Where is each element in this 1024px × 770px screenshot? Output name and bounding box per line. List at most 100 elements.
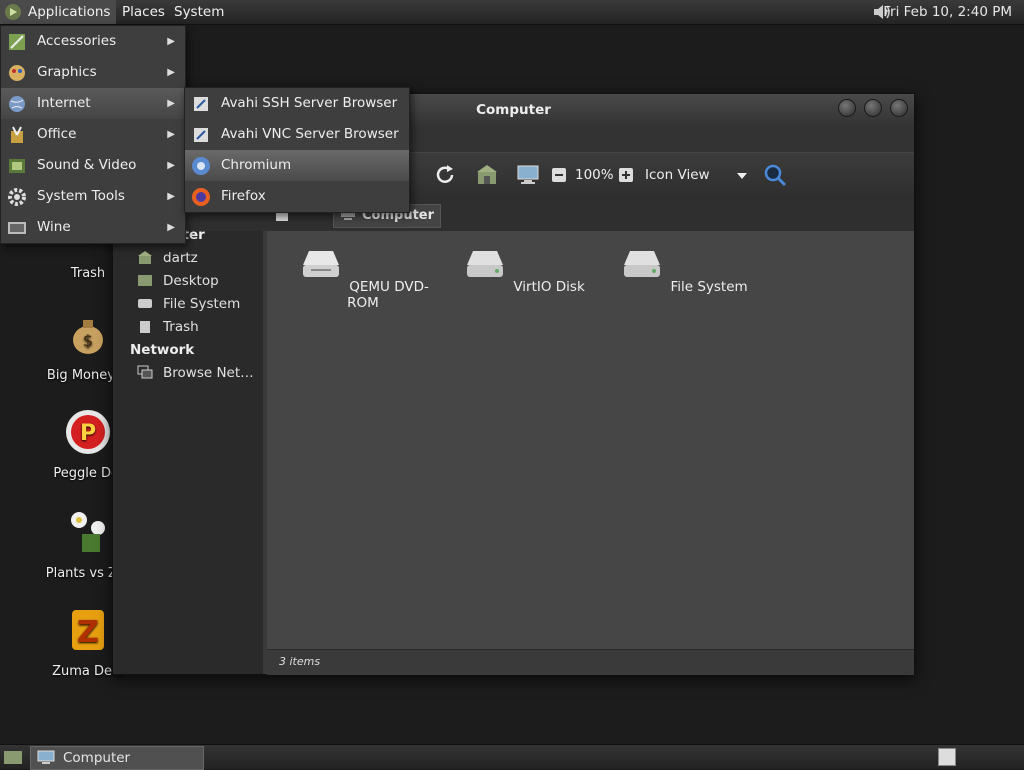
menu-item-sound-video[interactable]: Sound & Video ▶ [1, 150, 185, 181]
menu-item-label: Wine [37, 219, 71, 235]
hard-drive-icon [467, 251, 504, 277]
sidebar-item-file-system[interactable]: File System [137, 294, 240, 314]
menu-item-label: System Tools [37, 188, 125, 204]
menu-item-internet[interactable]: Internet ▶ [1, 88, 185, 119]
office-icon [11, 126, 23, 143]
sidebar-item-browse-network[interactable]: Browse Net… [137, 363, 254, 383]
menu-item-graphics[interactable]: Graphics ▶ [1, 57, 185, 88]
svg-text:P: P [80, 421, 96, 446]
hard-drive-icon [624, 251, 661, 277]
internet-submenu: Avahi SSH Server Browser Avahi VNC Serve… [184, 87, 410, 213]
system-menu-button[interactable]: System [168, 0, 230, 24]
clock[interactable]: Fri Feb 10, 2:40 PM [883, 0, 1012, 24]
close-button[interactable] [890, 99, 908, 117]
zoom-level: 100% [575, 167, 614, 183]
sidebar: Computer dartz Desktop File System Trash… [113, 227, 267, 674]
menu-item-wine[interactable]: Wine ▶ [1, 212, 185, 243]
menu-item-office[interactable]: Office ▶ [1, 119, 185, 150]
bottom-panel: Computer [0, 744, 1024, 770]
wine-icon [8, 222, 26, 234]
menu-item-label: Sound & Video [37, 157, 137, 173]
menu-item-label: Internet [37, 95, 91, 111]
globe-icon [9, 96, 25, 112]
sidebar-item-label: Desktop [163, 273, 219, 289]
applications-menu-button[interactable]: Applications [0, 0, 117, 24]
menu-item-label: Avahi SSH Server Browser [221, 95, 398, 111]
sidebar-item-trash[interactable]: Trash [137, 317, 199, 337]
chevron-down-icon[interactable] [735, 163, 749, 187]
drive-item-file-system[interactable]: File System [603, 245, 763, 295]
zoom-in-icon[interactable] [618, 163, 634, 187]
gnome-foot-icon [5, 4, 21, 20]
drive-label: QEMU DVD-ROM [347, 279, 429, 311]
menu-item-accessories[interactable]: Accessories ▶ [1, 26, 185, 57]
status-bar: 3 items [267, 649, 914, 675]
chevron-right-icon: ▶ [167, 129, 175, 140]
menu-item-label: Graphics [37, 64, 97, 80]
svg-text:$: $ [83, 331, 93, 350]
workspace-switcher[interactable] [938, 748, 956, 766]
menu-item-avahi-vnc[interactable]: Avahi VNC Server Browser [185, 119, 409, 150]
status-text: 3 items [279, 655, 321, 668]
money-bag-icon: $ [73, 320, 103, 354]
top-panel: Applications Places System Fri Feb 10, 2… [0, 0, 1024, 25]
reload-icon[interactable] [433, 163, 457, 187]
drive-label: File System [670, 279, 748, 295]
menu-item-label: Avahi VNC Server Browser [221, 126, 399, 142]
sidebar-heading-network: Network [130, 342, 195, 358]
film-icon [9, 159, 25, 173]
avahi-icon [194, 97, 208, 111]
firefox-icon [192, 188, 210, 206]
chevron-right-icon: ▶ [167, 191, 175, 202]
computer-icon [37, 750, 55, 764]
drive-label: VirtIO Disk [513, 279, 585, 295]
menu-item-label: Office [37, 126, 77, 142]
computer-icon[interactable] [516, 163, 540, 187]
zuma-icon: Z [72, 610, 104, 650]
applications-label: Applications [28, 4, 111, 20]
sidebar-item-desktop[interactable]: Desktop [137, 271, 219, 291]
menu-item-label: Firefox [221, 188, 266, 204]
home-icon[interactable] [475, 163, 499, 187]
desktop-folder-icon [138, 275, 152, 286]
applications-menu: Accessories ▶ Graphics ▶ Internet ▶ Office ▶… [0, 25, 186, 244]
sidebar-item-label: Browse Net… [163, 365, 254, 381]
avahi-icon [194, 128, 208, 142]
drive-item-dvd[interactable]: QEMU DVD-ROM [283, 245, 443, 311]
chevron-right-icon: ▶ [167, 67, 175, 78]
minimize-button[interactable] [838, 99, 856, 117]
chevron-right-icon: ▶ [167, 222, 175, 233]
search-icon[interactable] [763, 163, 787, 187]
menu-item-avahi-ssh[interactable]: Avahi SSH Server Browser [185, 88, 409, 119]
peggle-icon: P [66, 410, 110, 454]
sidebar-item-label: File System [163, 296, 241, 312]
menu-item-chromium[interactable]: Chromium [185, 150, 409, 181]
menu-item-firefox[interactable]: Firefox [185, 181, 409, 212]
chromium-icon [192, 157, 210, 175]
plants-icon [71, 512, 105, 552]
drive-icon [138, 299, 152, 308]
view-mode-select[interactable]: Icon View [645, 163, 710, 187]
gear-icon [8, 188, 26, 206]
accessories-icon [9, 34, 25, 50]
sidebar-item-dartz[interactable]: dartz [137, 248, 198, 268]
drive-item-virtio[interactable]: VirtIO Disk [443, 245, 603, 295]
menu-item-label: Accessories [37, 33, 117, 49]
show-desktop-icon[interactable] [3, 748, 23, 766]
svg-text:Z: Z [77, 615, 99, 650]
chevron-right-icon: ▶ [167, 98, 175, 109]
chevron-right-icon: ▶ [167, 36, 175, 47]
network-icon [137, 365, 153, 379]
sidebar-item-label: Trash [163, 319, 199, 335]
zoom-out-icon[interactable] [551, 163, 567, 187]
file-view: QEMU DVD-ROM VirtIO Disk File System [267, 231, 914, 649]
chevron-right-icon: ▶ [167, 160, 175, 171]
taskbar-item-computer[interactable]: Computer [30, 746, 204, 770]
sidebar-item-label: dartz [163, 250, 198, 266]
places-menu-button[interactable]: Places [116, 0, 171, 24]
home-icon [138, 251, 152, 264]
graphics-icon [9, 65, 25, 81]
menu-item-system-tools[interactable]: System Tools ▶ [1, 181, 185, 212]
maximize-button[interactable] [864, 99, 882, 117]
trash-icon [140, 321, 150, 333]
